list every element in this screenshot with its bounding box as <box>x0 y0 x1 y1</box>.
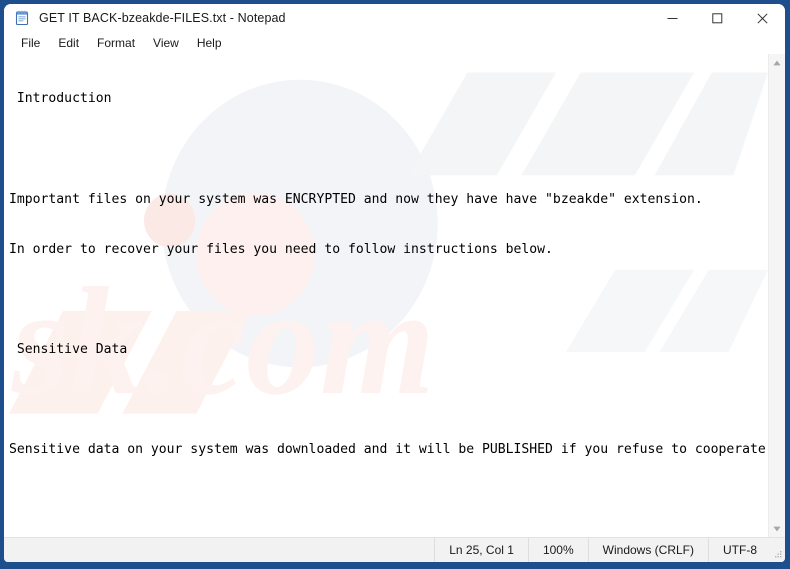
scroll-up-icon[interactable] <box>769 54 785 71</box>
status-encoding[interactable]: UTF-8 <box>708 538 771 562</box>
menu-item-edit[interactable]: Edit <box>49 34 88 53</box>
notepad-window: GET IT BACK-bzeakde-FILES.txt - Notepad <box>0 0 790 569</box>
text-line: In order to recover your files you need … <box>9 241 553 257</box>
text-line <box>9 142 768 159</box>
text-editor[interactable]: sk.com Introduction Important files on y… <box>4 54 768 537</box>
vertical-scrollbar[interactable] <box>768 54 785 537</box>
status-cursor-position[interactable]: Ln 25, Col 1 <box>434 538 528 562</box>
menu-bar: File Edit Format View Help <box>4 32 785 54</box>
text-line <box>9 492 768 509</box>
text-line: Introduction <box>9 91 112 107</box>
window-client-area: GET IT BACK-bzeakde-FILES.txt - Notepad <box>4 4 785 562</box>
title-bar[interactable]: GET IT BACK-bzeakde-FILES.txt - Notepad <box>4 4 785 32</box>
scrollbar-track[interactable] <box>769 71 785 520</box>
text-content[interactable]: Introduction Important files on your sys… <box>4 54 768 537</box>
menu-item-help[interactable]: Help <box>188 34 231 53</box>
resize-grip-icon[interactable] <box>771 538 785 562</box>
menu-item-file[interactable]: File <box>12 34 49 53</box>
status-zoom-level[interactable]: 100% <box>527 538 588 562</box>
text-line: Important files on your system was ENCRY… <box>9 191 703 207</box>
menu-item-view[interactable]: View <box>144 34 188 53</box>
text-line <box>9 392 768 409</box>
minimize-button[interactable] <box>650 4 695 32</box>
editor-area: sk.com Introduction Important files on y… <box>4 54 785 537</box>
text-line: Sensitive data on your system was downlo… <box>9 442 768 458</box>
status-bar: Ln 25, Col 1 100% Windows (CRLF) UTF-8 <box>4 537 785 562</box>
text-line: Sensitive Data <box>9 341 128 357</box>
menu-item-format[interactable]: Format <box>88 34 144 53</box>
scroll-down-icon[interactable] <box>769 520 785 537</box>
text-line <box>9 292 768 309</box>
close-button[interactable] <box>740 4 785 32</box>
window-controls <box>650 4 785 32</box>
status-line-ending[interactable]: Windows (CRLF) <box>587 538 708 562</box>
maximize-button[interactable] <box>695 4 740 32</box>
notepad-icon <box>14 10 30 26</box>
window-title: GET IT BACK-bzeakde-FILES.txt - Notepad <box>39 11 286 25</box>
